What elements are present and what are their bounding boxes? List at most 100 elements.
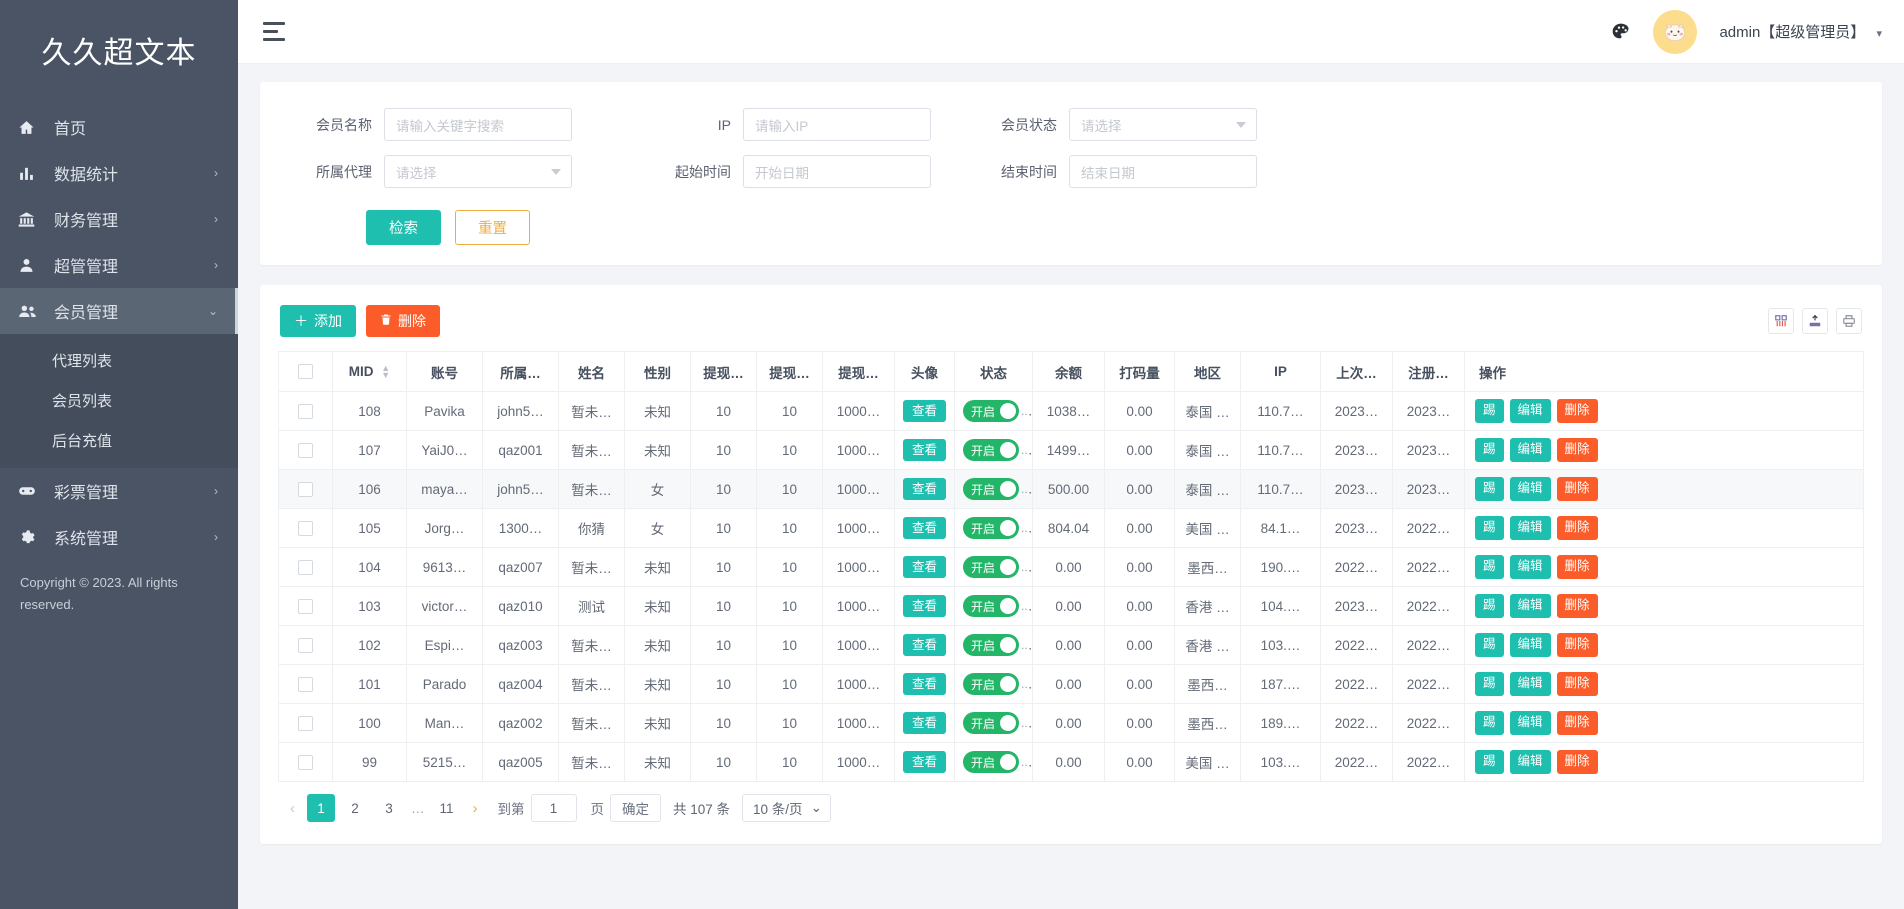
table-row[interactable]: 99 5215… qaz005 暂未… 未知 10 10 1000… 查看 开启.. 0.00 0.0… [278, 742, 1864, 782]
row-checkbox[interactable] [298, 715, 313, 731]
user-menu[interactable]: admin【超级管理员】 ▾ [1719, 21, 1882, 42]
status-toggle[interactable]: 开启 [963, 751, 1020, 773]
status-toggle[interactable]: 开启 [963, 439, 1020, 461]
search-button[interactable]: 检索 [366, 210, 441, 245]
kick-button[interactable]: 踢 [1475, 672, 1504, 696]
table-row[interactable]: 105 Jorg… 1300… 你猜女 10 10 1000… 查看 开启.. 804.04 0.0… [278, 508, 1864, 548]
kick-button[interactable]: 踢 [1475, 750, 1504, 774]
edit-button[interactable]: 编辑 [1509, 477, 1551, 501]
row-checkbox[interactable] [298, 676, 313, 692]
kick-button[interactable]: 踢 [1475, 477, 1504, 501]
kick-button[interactable]: 踢 [1475, 438, 1504, 462]
view-avatar-button[interactable]: 查看 [903, 399, 947, 423]
select-all-checkbox[interactable] [298, 364, 313, 380]
goto-page-input[interactable]: 1 [530, 794, 577, 822]
status-toggle[interactable]: 开启 [963, 400, 1020, 422]
edit-button[interactable]: 编辑 [1509, 711, 1551, 735]
delete-row-button[interactable]: 删除 [1556, 711, 1598, 735]
status-toggle[interactable]: 开启 [963, 478, 1020, 500]
kick-button[interactable]: 踢 [1475, 399, 1504, 423]
delete-row-button[interactable]: 删除 [1556, 594, 1598, 618]
member-status-select[interactable]: 请选择 [1069, 108, 1257, 141]
sidebar-item-admin[interactable]: 超管管理 › [0, 242, 238, 288]
delete-row-button[interactable]: 删除 [1556, 633, 1598, 657]
edit-button[interactable]: 编辑 [1509, 516, 1551, 540]
view-avatar-button[interactable]: 查看 [903, 711, 947, 735]
sidebar-item-members[interactable]: 会员管理 ⌄ [0, 288, 238, 334]
ip-input[interactable]: 请输入IP [743, 108, 931, 141]
status-toggle[interactable]: 开启 [963, 595, 1020, 617]
prev-page-button[interactable]: ‹ [284, 800, 301, 817]
page-2-button[interactable]: 2 [341, 794, 369, 822]
table-row[interactable]: 101 Parado qaz004 暂未… 未知 10 10 1000… 查看 开启.. 0.00 0… [278, 664, 1864, 704]
page-1-button[interactable]: 1 [307, 794, 335, 822]
row-checkbox[interactable] [298, 598, 313, 614]
delete-row-button[interactable]: 删除 [1556, 750, 1598, 774]
status-toggle[interactable]: 开启 [963, 712, 1020, 734]
next-page-button[interactable]: › [467, 800, 484, 817]
view-avatar-button[interactable]: 查看 [903, 750, 947, 774]
edit-button[interactable]: 编辑 [1509, 399, 1551, 423]
page-last-button[interactable]: 11 [433, 794, 461, 822]
table-row[interactable]: 108 Pavika john5… 暂未… 未知 10 10 1000… 查看 开启.. 1038…… [278, 391, 1864, 431]
member-name-input[interactable]: 请输入关键字搜索 [384, 108, 572, 141]
table-row[interactable]: 106 maya… john5… 暂未… 女 10 10 1000… 查看 开启.. 500.00 0… [278, 469, 1864, 509]
kick-button[interactable]: 踢 [1475, 633, 1504, 657]
row-checkbox[interactable] [298, 481, 313, 497]
start-date-input[interactable]: 开始日期 [743, 155, 931, 188]
sidebar-item-member-list[interactable]: 会员列表 [0, 380, 238, 420]
page-size-select[interactable]: 10 条/页 ⌄ [742, 794, 831, 822]
status-toggle[interactable]: 开启 [963, 634, 1020, 656]
avatar[interactable] [1653, 9, 1698, 54]
columns-icon[interactable] [1768, 308, 1794, 334]
sidebar-item-statistics[interactable]: 数据统计 › [0, 150, 238, 196]
sidebar-item-home[interactable]: 首页 [0, 104, 238, 150]
palette-icon[interactable] [1611, 22, 1631, 42]
view-avatar-button[interactable]: 查看 [903, 555, 947, 579]
row-checkbox[interactable] [298, 754, 313, 770]
edit-button[interactable]: 编辑 [1509, 594, 1551, 618]
view-avatar-button[interactable]: 查看 [903, 594, 947, 618]
delete-row-button[interactable]: 删除 [1556, 672, 1598, 696]
status-toggle[interactable]: 开启 [963, 673, 1020, 695]
table-row[interactable]: 104 9613… qaz007 暂未… 未知 10 10 1000… 查看 开启.. 0.00 0.… [278, 547, 1864, 587]
col-mid[interactable]: MID ▲ ▼ [332, 351, 407, 392]
view-avatar-button[interactable]: 查看 [903, 672, 947, 696]
view-avatar-button[interactable]: 查看 [903, 516, 947, 540]
kick-button[interactable]: 踢 [1475, 711, 1504, 735]
status-toggle[interactable]: 开启 [963, 556, 1020, 578]
export-icon[interactable] [1802, 308, 1828, 334]
delete-button[interactable]: 删除 [366, 305, 440, 337]
status-toggle[interactable]: 开启 [963, 517, 1020, 539]
kick-button[interactable]: 踢 [1475, 594, 1504, 618]
edit-button[interactable]: 编辑 [1509, 438, 1551, 462]
row-checkbox[interactable] [298, 403, 313, 419]
hamburger-icon[interactable] [258, 15, 292, 49]
print-icon[interactable] [1836, 308, 1862, 334]
edit-button[interactable]: 编辑 [1509, 750, 1551, 774]
row-checkbox[interactable] [298, 637, 313, 653]
table-row[interactable]: 103 victor… qaz010 测试 未知 10 10 1000… 查看 开启.. 0.00 0… [278, 586, 1864, 626]
edit-button[interactable]: 编辑 [1509, 633, 1551, 657]
view-avatar-button[interactable]: 查看 [903, 438, 947, 462]
kick-button[interactable]: 踢 [1475, 516, 1504, 540]
goto-confirm-button[interactable]: 确定 [610, 794, 661, 822]
delete-row-button[interactable]: 删除 [1556, 399, 1598, 423]
table-row[interactable]: 100 Man… qaz002 暂未… 未知 10 10 1000… 查看 开启.. 0.00 0.0… [278, 703, 1864, 743]
delete-row-button[interactable]: 删除 [1556, 516, 1598, 540]
sidebar-item-lottery[interactable]: 彩票管理 › [0, 468, 238, 514]
end-date-input[interactable]: 结束日期 [1069, 155, 1257, 188]
row-checkbox[interactable] [298, 520, 313, 536]
edit-button[interactable]: 编辑 [1509, 672, 1551, 696]
sidebar-item-backend-recharge[interactable]: 后台充值 [0, 420, 238, 460]
add-button[interactable]: ＋ 添加 [280, 305, 356, 337]
page-3-button[interactable]: 3 [375, 794, 403, 822]
brand-logo[interactable]: 久久超文本 [0, 0, 238, 100]
sidebar-item-system[interactable]: 系统管理 › [0, 514, 238, 560]
agent-select[interactable]: 请选择 [384, 155, 572, 188]
delete-row-button[interactable]: 删除 [1556, 438, 1598, 462]
reset-button[interactable]: 重置 [455, 210, 530, 245]
row-checkbox[interactable] [298, 559, 313, 575]
row-checkbox[interactable] [298, 442, 313, 458]
kick-button[interactable]: 踢 [1475, 555, 1504, 579]
